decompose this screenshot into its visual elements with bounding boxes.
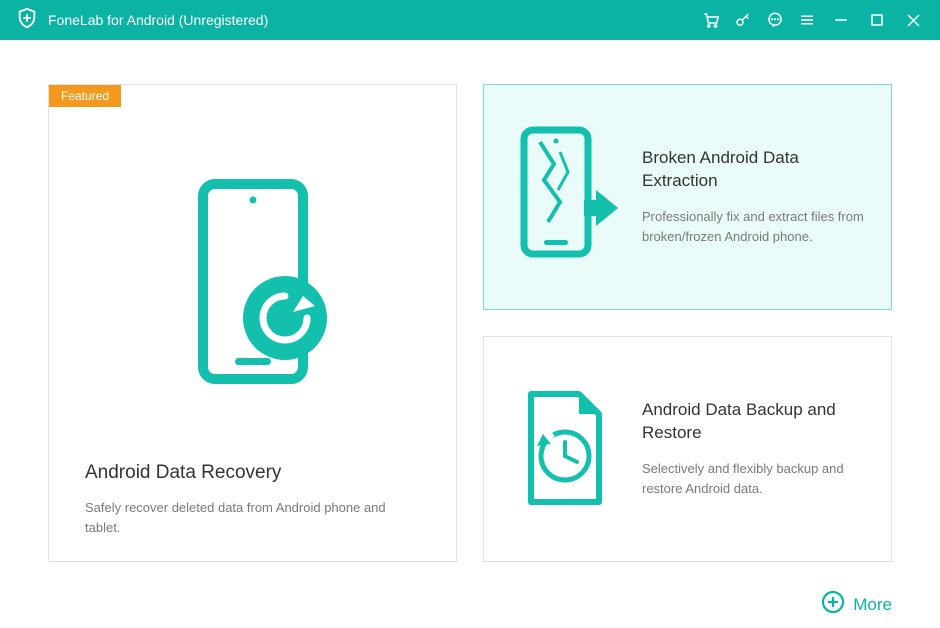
card-description: Selectively and flexibly backup and rest… [642, 459, 865, 499]
card-android-backup-restore[interactable]: Android Data Backup and Restore Selectiv… [483, 336, 892, 562]
title-bar: FoneLab for Android (Unregistered) [0, 0, 940, 40]
card-android-data-recovery[interactable]: Featured Android Data Recovery Safely re… [48, 84, 457, 562]
maximize-button[interactable] [866, 14, 888, 26]
app-logo-group: FoneLab for Android (Unregistered) [16, 7, 268, 34]
more-label: More [853, 595, 892, 615]
minimize-button[interactable] [830, 13, 852, 27]
titlebar-controls [702, 11, 924, 29]
key-icon[interactable] [734, 11, 752, 29]
broken-phone-icon [510, 122, 620, 272]
menu-icon[interactable] [798, 11, 816, 29]
feedback-icon[interactable] [766, 11, 784, 29]
file-clock-icon [510, 384, 620, 514]
more-row: More [0, 582, 940, 619]
close-button[interactable] [902, 14, 924, 27]
shield-plus-icon [16, 7, 38, 34]
card-title: Android Data Recovery [85, 462, 420, 484]
cart-icon[interactable] [702, 11, 720, 29]
card-title: Broken Android Data Extraction [642, 147, 865, 193]
plus-circle-icon [821, 590, 845, 619]
main-content: Featured Android Data Recovery Safely re… [0, 40, 940, 582]
card-broken-android-extraction[interactable]: Broken Android Data Extraction Professio… [483, 84, 892, 310]
more-link[interactable]: More [821, 590, 892, 619]
app-title: FoneLab for Android (Unregistered) [48, 12, 268, 28]
card-title: Android Data Backup and Restore [642, 399, 865, 445]
card-description: Professionally fix and extract files fro… [642, 207, 865, 247]
card-description: Safely recover deleted data from Android… [85, 498, 420, 537]
phone-recovery-icon [85, 113, 420, 462]
featured-badge: Featured [49, 85, 121, 107]
